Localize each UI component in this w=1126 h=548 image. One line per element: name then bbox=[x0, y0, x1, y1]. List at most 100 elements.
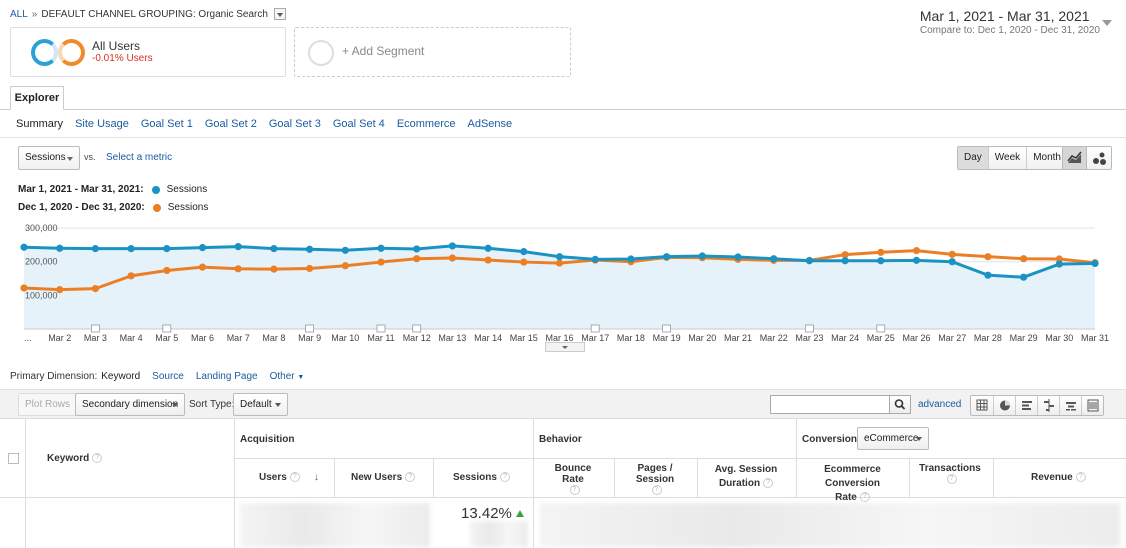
help-icon[interactable]: ? bbox=[569, 485, 580, 496]
current-series-point bbox=[555, 253, 564, 261]
pie-view-button[interactable] bbox=[993, 396, 1015, 415]
current-series-point bbox=[1091, 259, 1099, 268]
compare-series-point bbox=[127, 272, 135, 280]
x-tick-label: Mar 5 bbox=[155, 333, 178, 343]
advanced-filter-link[interactable]: advanced bbox=[918, 399, 961, 410]
breadcrumb-dropdown-icon[interactable] bbox=[273, 8, 286, 20]
legend-current: Mar 1, 2021 - Mar 31, 2021: Sessions bbox=[18, 184, 207, 195]
date-range-compare: Compare to: Dec 1, 2020 - Dec 31, 2020 bbox=[919, 25, 1100, 36]
current-series-point bbox=[234, 242, 242, 251]
help-icon[interactable]: ? bbox=[651, 485, 662, 496]
subtab-site-usage[interactable]: Site Usage bbox=[75, 118, 129, 130]
motion-chart-button[interactable] bbox=[1087, 147, 1111, 169]
subtab-goal-set-3[interactable]: Goal Set 3 bbox=[269, 118, 321, 130]
breadcrumb-grouping: DEFAULT CHANNEL GROUPING: Organic Search bbox=[41, 8, 268, 20]
sessions-line-chart[interactable]: 300,000 200,000 100,000... Mar 2 Mar 3 Mar 4 M… bbox=[0, 218, 1126, 346]
help-icon[interactable]: ? bbox=[92, 453, 103, 464]
segment-all-users[interactable]: All Users -0.01% Users bbox=[10, 27, 286, 77]
plot-rows-button[interactable]: Plot Rows bbox=[18, 393, 78, 416]
avg-session-duration-header[interactable]: Avg. Session Duration? bbox=[706, 463, 786, 491]
table-search-input[interactable] bbox=[770, 395, 890, 414]
table-view-toggle bbox=[970, 395, 1104, 416]
help-icon[interactable]: ? bbox=[763, 478, 774, 489]
current-series-point bbox=[1020, 273, 1028, 281]
subtab-goal-set-1[interactable]: Goal Set 1 bbox=[141, 118, 193, 130]
x-tick-label: Mar 25 bbox=[867, 333, 895, 343]
redacted-totals bbox=[240, 503, 430, 547]
annotation-marker-icon bbox=[162, 324, 172, 333]
up-arrow-icon bbox=[515, 510, 524, 517]
x-tick-label: ... bbox=[24, 333, 32, 343]
x-tick-label: Mar 29 bbox=[1010, 333, 1038, 343]
redacted-sessions-total bbox=[470, 521, 528, 547]
keyword-header[interactable]: Keyword? bbox=[47, 453, 103, 464]
revenue-header[interactable]: Revenue? bbox=[1031, 472, 1086, 483]
help-icon[interactable]: ? bbox=[946, 474, 957, 485]
select-metric-link[interactable]: Select a metric bbox=[106, 152, 172, 163]
transactions-header[interactable]: Transactions? bbox=[915, 463, 985, 485]
ecom-conv-label-2: Rate bbox=[835, 492, 857, 503]
primary-dimension-source[interactable]: Source bbox=[152, 371, 184, 382]
help-icon[interactable]: ? bbox=[289, 472, 300, 483]
x-tick-label: Mar 30 bbox=[1045, 333, 1073, 343]
avg-session-label-1: Avg. Session bbox=[714, 464, 778, 475]
current-series-point bbox=[127, 245, 135, 253]
bounce-rate-header[interactable]: Bounce Rate? bbox=[548, 463, 598, 496]
breadcrumb-separator: » bbox=[31, 8, 38, 20]
x-tick-label: Mar 11 bbox=[367, 333, 394, 343]
users-header[interactable]: Users? ↓ bbox=[259, 472, 319, 483]
term-cloud-view-button[interactable] bbox=[1059, 396, 1081, 415]
pie-chart-icon bbox=[1000, 400, 1010, 411]
secondary-dimension-select[interactable]: Secondary dimension bbox=[75, 393, 185, 416]
x-tick-label: Mar 31 bbox=[1081, 333, 1109, 343]
x-tick-label: Mar 15 bbox=[510, 333, 538, 343]
help-icon[interactable]: ? bbox=[859, 492, 870, 503]
primary-dimension-other[interactable]: Other ▼ bbox=[270, 371, 305, 382]
breadcrumb-all-link[interactable]: ALL bbox=[10, 9, 28, 20]
x-tick-label: Mar 23 bbox=[795, 333, 823, 343]
performance-view-button[interactable] bbox=[1015, 396, 1037, 415]
conversions-select[interactable]: eCommerce bbox=[857, 427, 929, 450]
subtab-adsense[interactable]: AdSense bbox=[468, 118, 513, 130]
sort-type-select[interactable]: Default bbox=[233, 393, 288, 416]
chart-collapse-toggle[interactable] bbox=[545, 342, 585, 352]
users-header-label: Users bbox=[259, 472, 287, 483]
current-series-point bbox=[805, 257, 814, 265]
month-button[interactable]: Month bbox=[1026, 147, 1067, 169]
pages-session-header[interactable]: Pages / Session? bbox=[619, 463, 691, 496]
data-table-view-button[interactable] bbox=[971, 396, 993, 415]
date-range-caret-icon[interactable] bbox=[1102, 20, 1112, 26]
current-series-point bbox=[520, 248, 528, 256]
primary-dimension-keyword[interactable]: Keyword bbox=[101, 371, 140, 382]
ecommerce-conversion-rate-header[interactable]: Ecommerce Conversion Rate? bbox=[800, 463, 905, 505]
acquisition-group-header: Acquisition bbox=[240, 434, 295, 445]
tab-explorer[interactable]: Explorer bbox=[10, 86, 64, 110]
subtab-goal-set-2[interactable]: Goal Set 2 bbox=[205, 118, 257, 130]
current-series-point bbox=[341, 246, 349, 254]
x-tick-label: Mar 7 bbox=[227, 333, 250, 343]
primary-dimension-landing-page[interactable]: Landing Page bbox=[196, 371, 258, 382]
x-tick-label: Mar 2 bbox=[48, 333, 71, 343]
add-segment-button[interactable]: + Add Segment bbox=[294, 27, 571, 77]
select-all-checkbox[interactable] bbox=[8, 453, 19, 464]
metric-select[interactable]: Sessions bbox=[18, 146, 80, 170]
subtab-summary[interactable]: Summary bbox=[16, 118, 63, 130]
primary-dimension-label: Primary Dimension: bbox=[10, 371, 98, 382]
help-icon[interactable]: ? bbox=[499, 472, 510, 483]
subtab-goal-set-4[interactable]: Goal Set 4 bbox=[333, 118, 385, 130]
date-range-picker[interactable]: Mar 1, 2021 - Mar 31, 2021 Compare to: D… bbox=[920, 8, 1100, 36]
comparison-view-button[interactable] bbox=[1037, 396, 1059, 415]
week-button[interactable]: Week bbox=[987, 147, 1027, 169]
sessions-header[interactable]: Sessions? bbox=[453, 472, 510, 483]
search-button[interactable] bbox=[889, 395, 911, 414]
line-chart-button[interactable] bbox=[1063, 147, 1087, 169]
help-icon[interactable]: ? bbox=[1075, 472, 1086, 483]
grid-icon bbox=[976, 399, 988, 411]
pivot-view-button[interactable] bbox=[1081, 396, 1103, 415]
x-tick-label: Mar 17 bbox=[581, 333, 609, 343]
annotation-marker-icon bbox=[876, 324, 886, 333]
day-button[interactable]: Day bbox=[958, 147, 988, 169]
new-users-header[interactable]: New Users? bbox=[351, 472, 416, 483]
subtab-ecommerce[interactable]: Ecommerce bbox=[397, 118, 456, 130]
help-icon[interactable]: ? bbox=[405, 472, 416, 483]
